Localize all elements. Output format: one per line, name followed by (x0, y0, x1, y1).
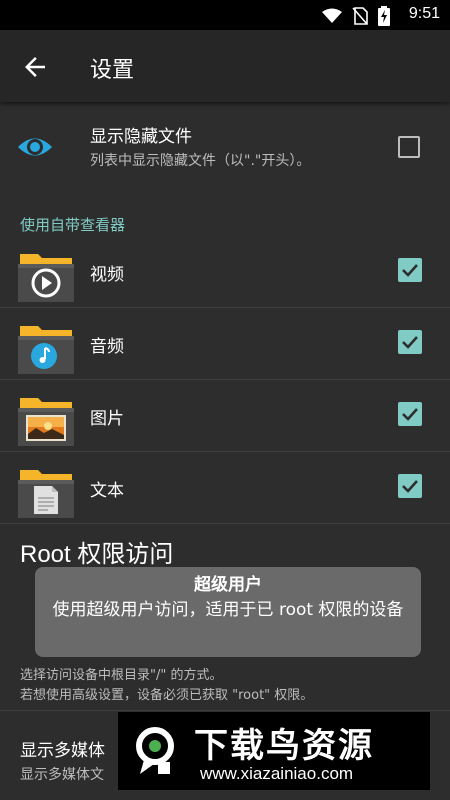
text-folder-icon (18, 470, 74, 518)
show-hidden-title: 显示隐藏文件 (90, 127, 192, 147)
root-access-desc-line2: 若想使用高级设置，设备必须已获取 "root" 权限。 (20, 688, 314, 703)
battery-charging-icon (378, 6, 390, 26)
status-time: 9:51 (408, 5, 440, 22)
no-sim-icon (352, 7, 368, 25)
back-arrow-icon[interactable] (20, 52, 50, 82)
page-title: 设置 (90, 58, 135, 83)
watermark-banner: 下载鸟资源 www.xiazainiao.com (118, 712, 430, 790)
viewer-row-audio[interactable]: 音频 (0, 308, 450, 380)
image-folder-icon (18, 398, 74, 446)
viewer-label-image: 图片 (90, 409, 124, 429)
viewer-row-text[interactable]: 文本 (0, 452, 450, 524)
show-media-subtitle: 显示多媒体文 (20, 767, 104, 783)
app-bar: 设置 (0, 30, 450, 102)
root-access-desc-line1: 选择访问设备中根目录"/" 的方式。 (20, 668, 223, 683)
video-folder-icon (18, 254, 74, 302)
show-hidden-files-row[interactable]: 显示隐藏文件 列表中显示隐藏文件（以"."开头）。 (0, 102, 450, 190)
show-media-title[interactable]: 显示多媒体 (20, 736, 105, 761)
text-checkbox[interactable] (398, 474, 422, 498)
status-bar: 9:51 (0, 0, 450, 30)
viewer-label-video: 视频 (90, 265, 124, 285)
show-hidden-subtitle: 列表中显示隐藏文件（以"."开头）。 (90, 153, 311, 169)
audio-folder-icon (18, 326, 74, 374)
bird-logo-icon (136, 727, 174, 774)
eye-icon (18, 138, 52, 156)
toast-title: 超级用户 (194, 575, 262, 595)
section-label-builtin-viewer: 使用自带查看器 (20, 216, 126, 234)
wifi-icon (322, 8, 342, 23)
toast-popup: 超级用户 使用超级用户访问，适用于已 root 权限的设备 (35, 567, 421, 657)
video-checkbox[interactable] (398, 258, 422, 282)
audio-checkbox[interactable] (398, 330, 422, 354)
divider (0, 710, 450, 711)
image-checkbox[interactable] (398, 402, 422, 426)
viewer-label-audio: 音频 (90, 337, 124, 357)
show-hidden-checkbox[interactable] (398, 136, 420, 158)
watermark-url: www.xiazainiao.com (200, 764, 354, 783)
viewer-label-text: 文本 (90, 481, 124, 501)
viewer-row-image[interactable]: 图片 (0, 380, 450, 452)
status-icons (322, 6, 390, 26)
toast-message: 使用超级用户访问，适用于已 root 权限的设备 (52, 600, 404, 620)
root-access-title[interactable]: Root 权限访问 (20, 534, 173, 569)
viewer-row-video[interactable]: 视频 (0, 236, 450, 308)
watermark-title: 下载鸟资源 (194, 726, 374, 766)
